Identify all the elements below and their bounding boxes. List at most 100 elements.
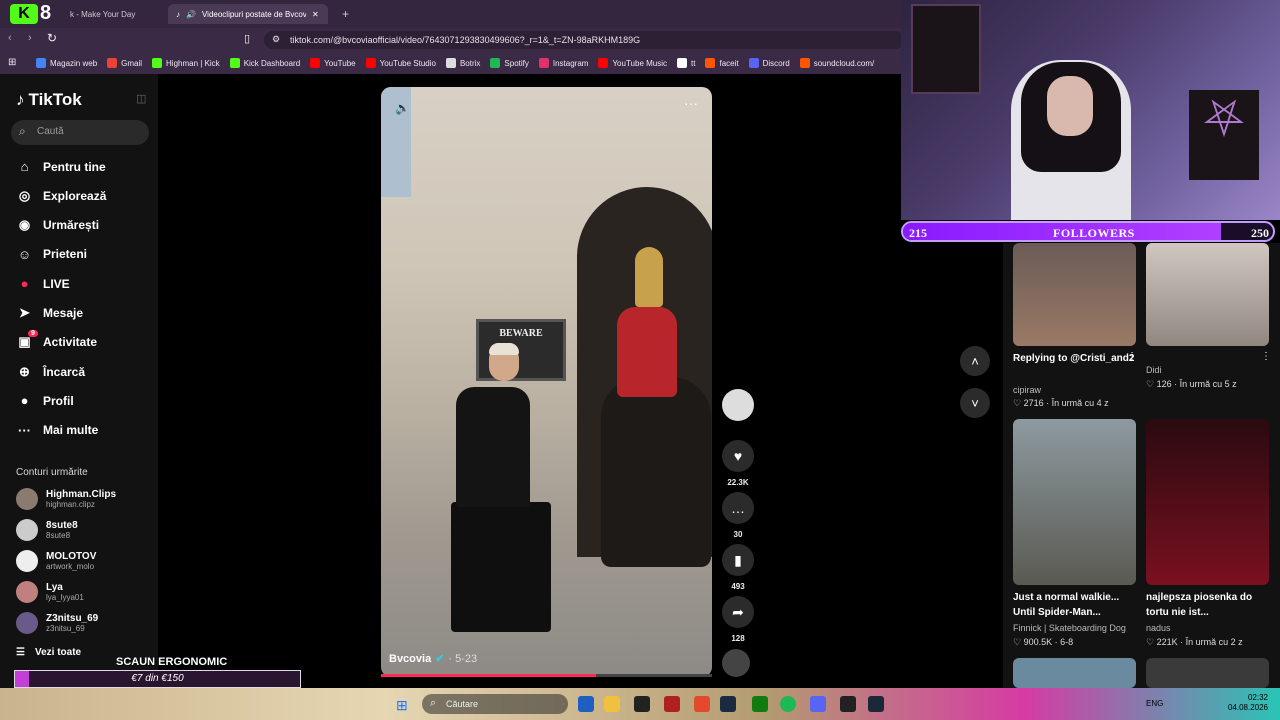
following-account[interactable]: Highman.Clips highman.clipz: [16, 488, 116, 510]
apps-grid-icon[interactable]: ⊞: [8, 57, 16, 68]
bookmark-icon[interactable]: ▯: [244, 32, 250, 45]
browser-tab-2[interactable]: ♪ 🔊 Videoclipuri postate de Bvcov ✕: [168, 4, 328, 24]
discord-icon[interactable]: [810, 696, 826, 712]
taskbar-clock[interactable]: 02:32 04.08.2026: [1222, 693, 1268, 713]
bookmark-item[interactable]: YouTube: [310, 58, 356, 68]
windows-start-icon[interactable]: ⊞: [396, 697, 412, 713]
bookmark-item[interactable]: Gmail: [107, 58, 142, 68]
bookmark-item[interactable]: faceit: [705, 58, 739, 68]
bookmark-item[interactable]: Kick Dashboard: [229, 58, 300, 68]
share-action[interactable]: ➦ 128: [722, 596, 754, 643]
bookmark-item[interactable]: YouTube Music: [598, 58, 667, 68]
sidebar-item-0[interactable]: ⌂ Pentru tine: [16, 158, 106, 175]
bookmark-label: Discord: [762, 58, 790, 68]
back-icon[interactable]: ‹: [8, 32, 12, 44]
steam-icon[interactable]: [720, 696, 736, 712]
sidebar-item-9[interactable]: ··· Mai multe: [16, 422, 98, 439]
bookmark-item[interactable]: Highman | Kick: [152, 58, 220, 68]
video-guard: [617, 307, 677, 397]
grid-more-icon-1[interactable]: ⋮: [1127, 351, 1137, 362]
search-input[interactable]: ⌕ Caută: [11, 120, 149, 145]
capcut-icon[interactable]: [840, 696, 856, 712]
grid-thumb-2[interactable]: [1146, 243, 1269, 346]
obs-icon[interactable]: [634, 696, 650, 712]
steam-alt-icon[interactable]: [868, 696, 884, 712]
bookmark-item[interactable]: Magazin web: [36, 58, 97, 68]
xbox-icon[interactable]: [752, 696, 768, 712]
browser-tab-1[interactable]: k - Make Your Day: [62, 4, 143, 24]
bookmark-item[interactable]: Spotify: [490, 58, 529, 68]
video-author-row[interactable]: Bvcovia ✔ · 5-23: [389, 652, 478, 666]
grid-author-4[interactable]: nadus: [1146, 623, 1171, 633]
volume-icon[interactable]: 🔈: [395, 101, 410, 115]
more-options-icon[interactable]: ···: [684, 95, 698, 111]
close-tab-icon[interactable]: ✕: [312, 10, 319, 19]
grid-thumb-4[interactable]: [1146, 419, 1269, 585]
url-field[interactable]: ⚙ tiktok.com/@bvcoviaofficial/video/7643…: [264, 31, 904, 49]
collapse-sidebar-icon[interactable]: ◫: [136, 92, 146, 105]
see-all-following[interactable]: ☰ Vezi toate: [16, 647, 81, 658]
sidebar-item-1[interactable]: ◎ Explorează: [16, 187, 107, 204]
sidebar-item-3[interactable]: ☺ Prieteni: [16, 246, 87, 263]
bookmark-item[interactable]: Instagram: [538, 58, 588, 68]
taskbar-app-4-icon[interactable]: [664, 696, 680, 712]
bookmark-favicon-icon: [799, 58, 810, 68]
taskbar-app-1-icon[interactable]: [578, 696, 594, 712]
taskbar-language[interactable]: ENG: [1146, 699, 1163, 708]
grid-thumb-6[interactable]: [1146, 658, 1269, 688]
bookmark-item[interactable]: Discord: [748, 58, 790, 68]
grid-more-icon-2[interactable]: ⋮: [1261, 351, 1271, 362]
grid-title-3[interactable]: Just a normal walkie... Until Spider-Man…: [1013, 590, 1138, 620]
grid-author-3[interactable]: Finnick | Skateboarding Dog: [1013, 623, 1126, 633]
avatar: [16, 612, 38, 634]
grid-meta-3-text: 900.5K · 6-8: [1023, 637, 1074, 647]
next-video-button[interactable]: ˅: [960, 388, 990, 418]
sidebar-item-label: Pentru tine: [43, 159, 106, 174]
new-tab-button[interactable]: +: [334, 4, 357, 24]
file-explorer-icon[interactable]: [604, 696, 620, 712]
taskbar-search[interactable]: ⌕ Căutare: [422, 694, 568, 714]
grid-author-1[interactable]: cipiraw: [1013, 385, 1041, 395]
sidebar-item-5[interactable]: ➤ Mesaje: [16, 305, 83, 322]
bookmark-item[interactable]: soundcloud.com/: [799, 58, 874, 68]
bookmark-save-icon[interactable]: ▮: [722, 544, 754, 576]
sidebar-item-8[interactable]: ● Profil: [16, 392, 74, 409]
grid-thumb-1[interactable]: [1013, 243, 1136, 346]
grid-thumb-3[interactable]: [1013, 419, 1136, 585]
sidebar-item-2[interactable]: ◉ Urmărești: [16, 217, 99, 234]
comment-icon[interactable]: …: [722, 492, 754, 524]
tiktok-logo[interactable]: ♪ TikTok: [16, 90, 82, 110]
video-player[interactable]: BEWARE 🔈 ··· Bvcovia ✔ · 5-23: [381, 87, 712, 677]
bookmark-item[interactable]: tt: [677, 58, 695, 68]
share-icon[interactable]: ➦: [722, 596, 754, 628]
sidebar-item-4[interactable]: ● LIVE: [16, 275, 70, 292]
tiktok-sidebar: ♪ TikTok ◫ ⌕ Caută ⌂ Pentru tine ◎ Explorea…: [0, 74, 158, 688]
like-action[interactable]: ♥ 22.3K: [722, 440, 754, 487]
forward-icon[interactable]: ›: [28, 32, 32, 44]
reload-icon[interactable]: ↻: [47, 31, 57, 45]
site-info-icon[interactable]: ⚙: [272, 34, 280, 45]
grid-title-1[interactable]: Replying to @Cristi_and2: [1013, 351, 1138, 366]
prev-video-button[interactable]: ˄: [960, 346, 990, 376]
following-account[interactable]: Lya lya_lyya01: [16, 581, 84, 603]
sound-disc[interactable]: [722, 649, 754, 677]
following-account[interactable]: 8sute8 8sute8: [16, 519, 78, 541]
sidebar-item-6[interactable]: ▣ Activitate 9: [16, 329, 97, 351]
comment-action[interactable]: … 30: [722, 492, 754, 539]
creator-avatar[interactable]: [722, 389, 754, 421]
heart-icon[interactable]: ♥: [722, 440, 754, 472]
video-helmet: [635, 247, 663, 307]
brave-icon[interactable]: [694, 696, 710, 712]
grid-thumb-5[interactable]: [1013, 658, 1136, 688]
video-date: · 5-23: [448, 652, 478, 665]
save-action[interactable]: ▮ 493: [722, 544, 754, 591]
grid-title-4[interactable]: najlepsza piosenka do tortu nie ist...: [1146, 590, 1271, 620]
grid-author-2[interactable]: Didi: [1146, 365, 1162, 375]
bookmark-item[interactable]: Botrix: [445, 58, 480, 68]
following-account[interactable]: MOLOTOV artwork_molo: [16, 550, 96, 572]
sidebar-item-7[interactable]: ⊕ Încarcă: [16, 363, 85, 380]
video-progress-bar[interactable]: [381, 674, 712, 677]
spotify-icon[interactable]: [780, 696, 796, 712]
bookmark-item[interactable]: YouTube Studio: [365, 58, 436, 68]
following-account[interactable]: Z3nitsu_69 z3nitsu_69: [16, 612, 98, 634]
